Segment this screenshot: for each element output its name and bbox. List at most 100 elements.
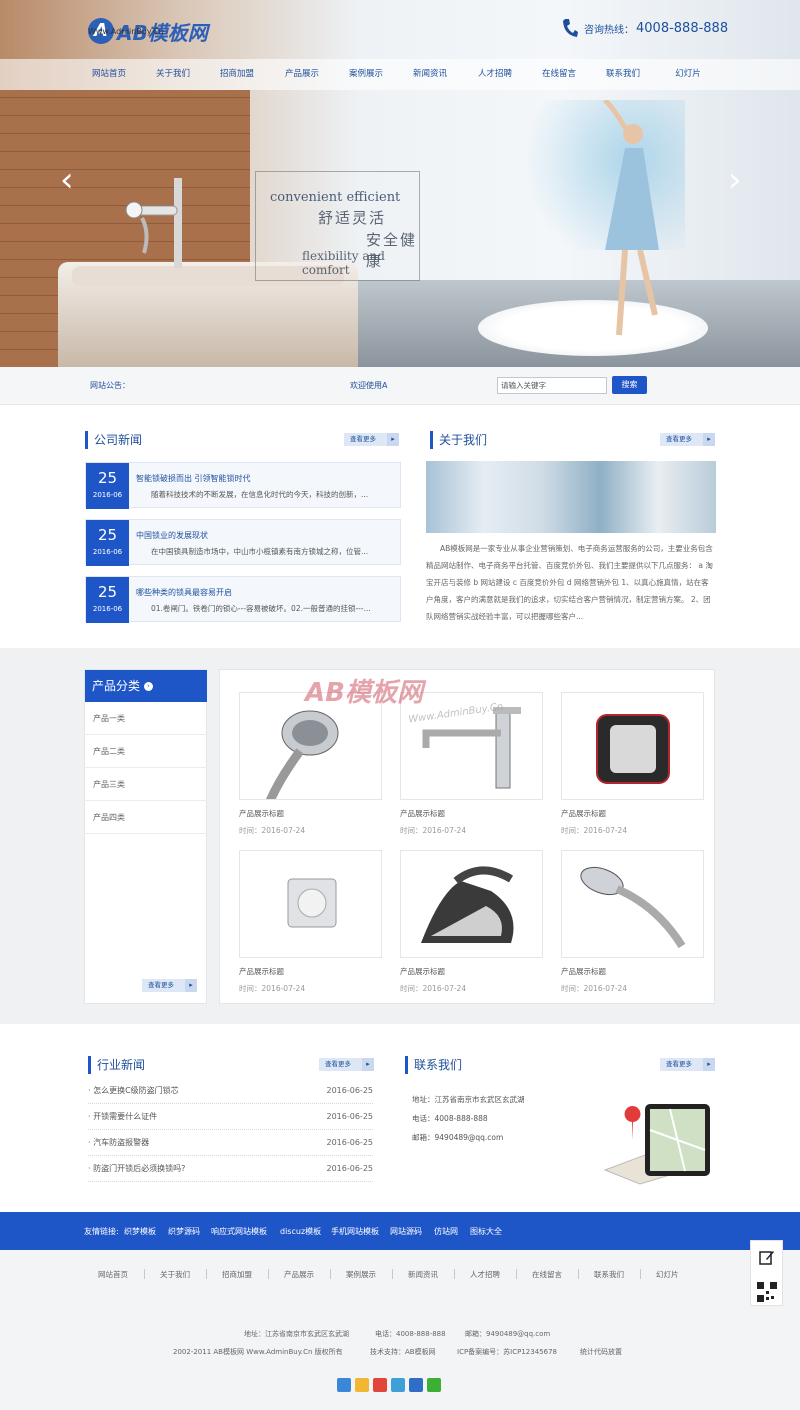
- about-more[interactable]: 查看更多: [660, 433, 715, 446]
- nav-home[interactable]: 网站首页: [88, 59, 130, 90]
- footer-icp[interactable]: ICP备案编号：苏ICP12345678: [457, 1347, 557, 1357]
- faucet-image: [125, 178, 182, 268]
- friend-link[interactable]: 仿站网: [434, 1226, 458, 1237]
- side-float-panel: [750, 1240, 783, 1306]
- phone-icon: [563, 19, 578, 37]
- friend-link[interactable]: 手机网站模板: [331, 1226, 379, 1237]
- hotline: 咨询热线： 4008-888-888: [562, 18, 728, 38]
- footer-nav-item[interactable]: 网站首页: [98, 1269, 128, 1280]
- friend-link[interactable]: 织梦模板: [124, 1226, 156, 1237]
- news-desc: 在中国锁具制造市场中，中山市小榄镇素有南方锁城之称，位管...: [151, 547, 369, 556]
- footer-address: 地址：江苏省南京市玄武区玄武湖: [244, 1330, 349, 1338]
- map-tablet-icon: [603, 1104, 710, 1185]
- nav-about[interactable]: 关于我们: [152, 59, 194, 90]
- friend-links-label: 友情链接:: [84, 1227, 119, 1236]
- edit-icon[interactable]: [759, 1249, 775, 1265]
- footer-nav-item[interactable]: 在线留言: [532, 1269, 562, 1280]
- contact-address: 地址：江苏省南京市玄武区玄武湖: [412, 1095, 525, 1104]
- dancer-image: [603, 100, 659, 336]
- product-card[interactable]: 产品展示标题 时间：2016-07-24: [561, 692, 704, 836]
- nav-products[interactable]: 产品展示: [281, 59, 323, 90]
- footer-nav-item[interactable]: 案例展示: [346, 1269, 376, 1280]
- iron-image[interactable]: [400, 850, 543, 958]
- product-time: 时间：2016-07-24: [239, 984, 306, 993]
- search-button[interactable]: 搜索: [612, 376, 647, 394]
- product-time: 时间：2016-07-24: [239, 826, 306, 835]
- contact-more[interactable]: 查看更多: [660, 1058, 715, 1071]
- friend-link[interactable]: 网站源码: [390, 1226, 422, 1237]
- news-item[interactable]: 25 2016-06 中国锁业的发展现状 在中国锁具制造市场中，中山市小榄镇素有南…: [85, 519, 401, 566]
- share-tencent-icon[interactable]: [391, 1378, 405, 1392]
- notice-bar: 网站公告： 欢迎使用A 请输入关键字 搜索: [0, 367, 800, 405]
- friend-link[interactable]: 织梦源码: [168, 1226, 200, 1237]
- friend-link[interactable]: 图标大全: [470, 1226, 502, 1237]
- category-item[interactable]: 产品二类: [85, 735, 207, 768]
- qr-code-icon[interactable]: [756, 1281, 778, 1303]
- company-news-more[interactable]: 查看更多: [344, 433, 399, 446]
- search-input[interactable]: 请输入关键字: [497, 377, 607, 394]
- list-item[interactable]: · 汽车防盗报警器 2016-06-25: [88, 1130, 373, 1156]
- share-wechat-icon[interactable]: [427, 1378, 441, 1392]
- friend-link[interactable]: discuz模板: [280, 1226, 321, 1237]
- toaster-image[interactable]: [561, 692, 704, 800]
- share-renren-icon[interactable]: [409, 1378, 423, 1392]
- footer-phone: 电话：4008-888-888: [375, 1330, 446, 1338]
- industry-news-title: 行业新闻: [88, 1056, 288, 1074]
- product-card[interactable]: 产品展示标题 时间：2016-07-24: [400, 850, 543, 994]
- share-qzone-icon[interactable]: [355, 1378, 369, 1392]
- footer-nav-item[interactable]: 联系我们: [594, 1269, 624, 1280]
- industry-news-more[interactable]: 查看更多: [319, 1058, 374, 1071]
- drain-image[interactable]: [239, 850, 382, 958]
- news-date: 25 2016-06: [86, 463, 129, 509]
- share-weibo-icon[interactable]: [373, 1378, 387, 1392]
- shower-head-image[interactable]: [561, 850, 704, 958]
- footer-nav-item[interactable]: 新闻资讯: [408, 1269, 438, 1280]
- nav-slides[interactable]: 幻灯片: [667, 59, 709, 90]
- nav-jobs[interactable]: 人才招聘: [474, 59, 516, 90]
- category-item[interactable]: 产品一类: [85, 702, 207, 735]
- next-slide-arrow[interactable]: ›: [728, 160, 750, 200]
- product-card[interactable]: 产品展示标题 时间：2016-07-24: [239, 850, 382, 994]
- footer-nav-item[interactable]: 关于我们: [160, 1269, 190, 1280]
- list-item[interactable]: · 防盗门开锁后必须换锁吗? 2016-06-25: [88, 1156, 373, 1182]
- nav-join[interactable]: 招商加盟: [216, 59, 258, 90]
- news-title[interactable]: 哪些种类的锁具最容易开启: [136, 587, 232, 598]
- product-name[interactable]: 产品展示标题: [239, 808, 382, 819]
- product-name[interactable]: 产品展示标题: [400, 808, 543, 819]
- footer-stats: 统计代码放置: [580, 1348, 622, 1356]
- news-title[interactable]: 中国锁业的发展现状: [136, 530, 208, 541]
- about-image: [426, 461, 716, 533]
- footer-nav-item[interactable]: 招商加盟: [222, 1269, 252, 1280]
- news-item[interactable]: 25 2016-06 智能锁破损而出 引领智能锁时代 随着科技技术的不断发展，在信…: [85, 462, 401, 509]
- friend-link[interactable]: 响应式网站模板: [211, 1226, 267, 1237]
- footer-nav-item[interactable]: 幻灯片: [656, 1269, 679, 1280]
- notice-text[interactable]: 欢迎使用A: [350, 380, 387, 391]
- nav-news[interactable]: 新闻资讯: [409, 59, 451, 90]
- product-name[interactable]: 产品展示标题: [400, 966, 543, 977]
- news-title[interactable]: 智能锁破损而出 引领智能锁时代: [136, 473, 251, 484]
- product-name[interactable]: 产品展示标题: [239, 966, 382, 977]
- contact-email: 邮箱：9490489@qq.com: [412, 1133, 504, 1142]
- list-item[interactable]: · 怎么更换C级防盗门锁芯 2016-06-25: [88, 1078, 373, 1104]
- news-item[interactable]: 25 2016-06 哪些种类的锁具最容易开启 01.卷闸门。铁卷门的锁心---容…: [85, 576, 401, 623]
- product-name[interactable]: 产品展示标题: [561, 966, 704, 977]
- product-name[interactable]: 产品展示标题: [561, 808, 704, 819]
- share-more-icon[interactable]: [337, 1378, 351, 1392]
- category-item[interactable]: 产品三类: [85, 768, 207, 801]
- nav-message[interactable]: 在线留言: [538, 59, 580, 90]
- list-item[interactable]: · 开锁需要什么证件 2016-06-25: [88, 1104, 373, 1130]
- product-card[interactable]: 产品展示标题 时间：2016-07-24: [239, 692, 382, 836]
- about-text: AB模板网是一家专业从事企业营销策划、电子商务运营服务的公司，主要业务包含精品网…: [426, 544, 713, 621]
- nav-contact[interactable]: 联系我们: [602, 59, 644, 90]
- footer-nav-item[interactable]: 产品展示: [284, 1269, 314, 1280]
- category-item[interactable]: 产品四类: [85, 801, 207, 834]
- product-card[interactable]: 产品展示标题 时间：2016-07-24: [561, 850, 704, 994]
- company-news-title: 公司新闻: [85, 431, 285, 449]
- footer-copyright: 2002-2011 AB模板网 Www.AdminBuy.Cn 版权所有: [173, 1348, 343, 1356]
- footer-email: 邮箱：9490489@qq.com: [465, 1330, 551, 1338]
- nav-cases[interactable]: 案例展示: [345, 59, 387, 90]
- prev-slide-arrow[interactable]: ‹: [60, 160, 82, 200]
- notice-label: 网站公告：: [90, 381, 130, 390]
- footer-nav-item[interactable]: 人才招聘: [470, 1269, 500, 1280]
- category-more[interactable]: 查看更多: [142, 979, 197, 992]
